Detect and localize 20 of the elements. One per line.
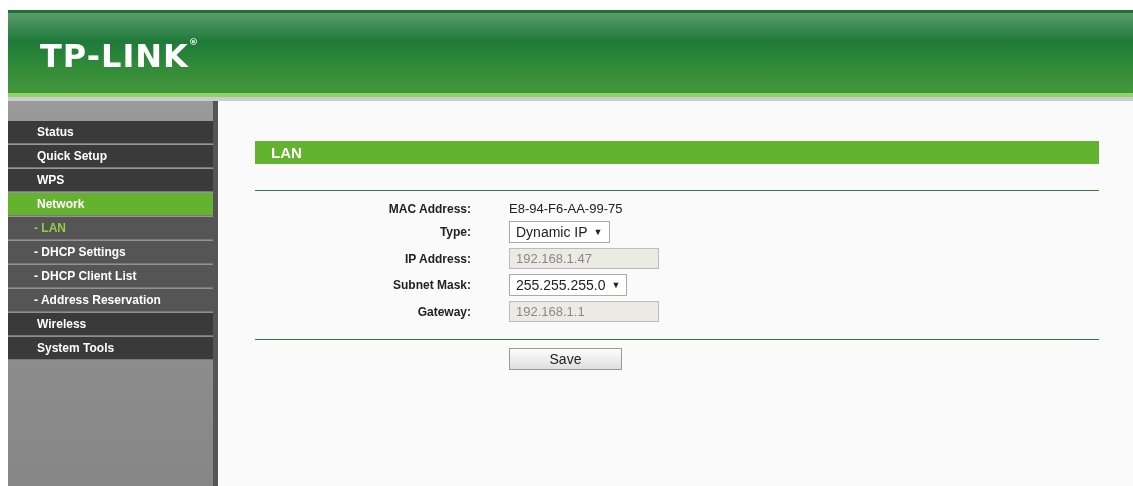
menu-item[interactable]: System Tools: [8, 337, 213, 360]
save-button[interactable]: Save: [509, 348, 622, 370]
section-title: LAN: [255, 141, 1099, 164]
field-label: IP Address:: [403, 251, 471, 266]
menu-item[interactable]: Wireless: [8, 313, 213, 336]
menu-item[interactable]: Quick Setup: [8, 145, 213, 168]
menu-item[interactable]: Status: [8, 121, 213, 144]
brand-logo: TP-LINK$^{®}$: [40, 37, 199, 75]
menu-item[interactable]: WPS: [8, 169, 213, 192]
select-field[interactable]: Dynamic IP ▼: [509, 221, 610, 243]
submenu-item[interactable]: - DHCP Settings: [8, 241, 213, 264]
submenu-item[interactable]: - Address Reservation: [8, 289, 213, 312]
field-label: MAC Address:: [387, 201, 471, 216]
select-field[interactable]: 255.255.255.0 ▼: [509, 274, 628, 296]
submenu-item[interactable]: - LAN: [8, 217, 213, 240]
field-value: E8-94-F6-AA-99-75: [509, 201, 623, 216]
field-label: Subnet Mask:: [392, 278, 471, 292]
submenu-item[interactable]: - DHCP Client List: [8, 265, 213, 288]
field-label: Gateway:: [416, 304, 471, 319]
field-label: Type:: [438, 225, 471, 239]
